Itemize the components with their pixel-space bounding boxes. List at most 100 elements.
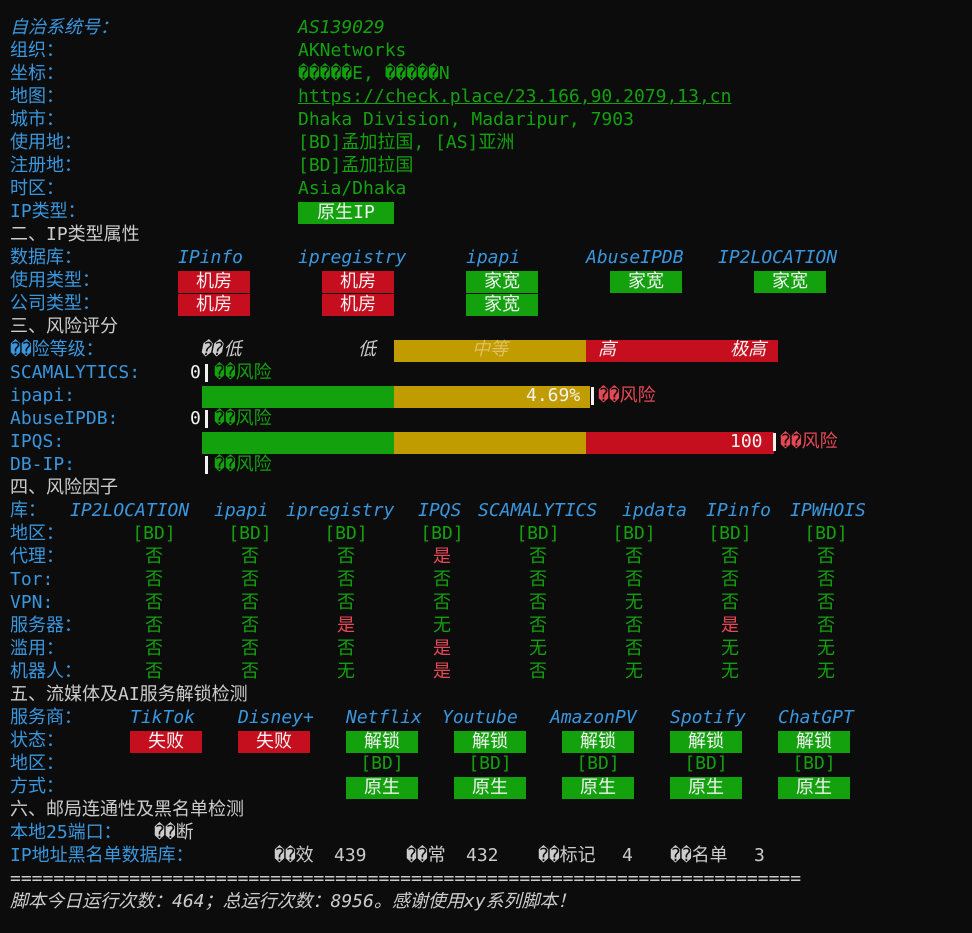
risk-factor-cell: 否 [145, 615, 163, 636]
risk-factor-cell: 无 [721, 661, 739, 682]
lib-header-scamalytics: SCAMALYTICS [478, 500, 598, 521]
risk-factor-cell: 否 [817, 615, 835, 636]
db-header-ipinfo: IPinfo [178, 247, 244, 268]
provider-header: AmazonPV [550, 707, 637, 728]
risk-factor-cell: 是 [433, 638, 451, 659]
ipqs-bar-gold [394, 432, 586, 454]
ipqs-risk-note: ��风险 [780, 431, 838, 452]
risk-factor-row-label: 服务器： [10, 615, 82, 636]
risk-factor-cell: 无 [817, 661, 835, 682]
usage-type-ipinfo: 机房 [178, 271, 250, 293]
timezone-value: Asia/Dhaka [298, 178, 407, 199]
risk-factor-cell: 否 [145, 661, 163, 682]
unlock-region-value: [BD] [360, 753, 404, 774]
lib-header-ipapi: ipapi [214, 500, 269, 521]
risk-factor-cell: 否 [721, 569, 739, 590]
lib-header-ipwhois: IPWHOIS [790, 500, 866, 521]
footer-run-count: 脚本今日运行次数：464；总运行次数：8956。感谢使用xy系列脚本！ [10, 891, 576, 912]
registration-location-label: 注册地： [10, 155, 82, 176]
risk-factor-row-label: Tor: [10, 569, 54, 590]
ipqs-bar-green [202, 432, 394, 454]
provider-header: TikTok [130, 707, 196, 728]
usage-type-ipregistry: 机房 [322, 271, 394, 293]
unlock-method-badge: 原生 [346, 777, 418, 799]
risk-factor-cell: 否 [625, 546, 643, 567]
db-header-abuseipdb: AbuseIPDB [586, 247, 684, 268]
provider-label: 服务商： [10, 707, 82, 728]
map-link[interactable]: https://check.place/23.166,90.2079,13,cn [298, 86, 731, 108]
risk-factor-cell: [BD] [324, 523, 368, 544]
provider-header: Spotify [670, 707, 746, 728]
risk-factor-cell: 否 [433, 592, 451, 613]
usage-location-value: [BD]孟加拉国, [AS]亚洲 [298, 132, 515, 153]
risk-factor-cell: 否 [241, 546, 259, 567]
ip-type-label: IP类型： [10, 201, 86, 222]
risk-factor-cell: 否 [145, 638, 163, 659]
ipapi-bar-cursor [591, 387, 594, 405]
map-label: 地图： [10, 86, 64, 107]
db-header-ipregistry: ipregistry [298, 247, 407, 268]
risk-factor-cell: 否 [721, 546, 739, 567]
ipapi-risk-score: 4.69% [526, 385, 581, 406]
scamalytics-note: ��风险 [214, 362, 272, 383]
risk-factor-cell: 否 [241, 592, 259, 613]
city-value: Dhaka Division, Madaripur, 7903 [298, 109, 634, 130]
risk-factor-cell: 否 [529, 661, 547, 682]
risk-factor-cell: 无 [625, 661, 643, 682]
port25-value: ��断 [154, 822, 194, 843]
section6-title: 六、邮局连通性及黑名单检测 [10, 799, 244, 820]
blacklist-db-label: IP地址黑名单数据库： [10, 845, 194, 866]
blacklist-marked-count: 4 [622, 845, 633, 866]
unlock-status-badge: 解锁 [346, 731, 418, 753]
unlock-status-badge: 解锁 [562, 731, 634, 753]
section3-title: 三、风险评分 [10, 316, 118, 337]
risk-factor-cell: 否 [817, 546, 835, 567]
ipapi-bar-green [202, 386, 394, 408]
usage-type-ip2location: 家宽 [754, 271, 826, 293]
risk-factor-cell: 否 [337, 546, 355, 567]
risk-factor-cell: [BD] [132, 523, 176, 544]
org-label: 组织： [10, 40, 64, 61]
unlock-method-badge: 原生 [778, 777, 850, 799]
blacklist-valid-label: ��效 [274, 845, 314, 866]
risk-factor-cell: 否 [625, 615, 643, 636]
timezone-label: 时区： [10, 178, 64, 199]
unlock-status-badge: 解锁 [778, 731, 850, 753]
risk-factor-row-label: 滥用： [10, 638, 64, 659]
company-type-ipinfo: 机房 [178, 294, 250, 316]
usage-location-label: 使用地： [10, 132, 82, 153]
asn-value: AS139029 [298, 17, 385, 38]
risk-factor-cell: 否 [529, 592, 547, 613]
usage-type-ipapi: 家宽 [466, 271, 538, 293]
unlock-region-value: [BD] [792, 753, 836, 774]
risk-factor-cell: 否 [241, 638, 259, 659]
usage-type-abuseipdb: 家宽 [610, 271, 682, 293]
unlock-method-badge: 原生 [562, 777, 634, 799]
unlock-region-value: [BD] [576, 753, 620, 774]
risk-factor-cell: 否 [433, 569, 451, 590]
unlock-method-label: 方式： [10, 776, 64, 797]
company-type-ipregistry: 机房 [322, 294, 394, 316]
risk-factor-cell: [BD] [228, 523, 272, 544]
ipqs-risk-label: IPQS: [10, 431, 65, 452]
risk-factor-cell: 否 [337, 638, 355, 659]
provider-header: Disney+ [238, 707, 314, 728]
risk-factor-row-label: 机器人： [10, 661, 82, 682]
risk-factor-cell: 是 [337, 615, 355, 636]
risk-factor-cell: 否 [721, 592, 739, 613]
scamalytics-score: 0 [190, 362, 201, 383]
risk-factor-cell: 否 [817, 592, 835, 613]
scamalytics-label: SCAMALYTICS: [10, 362, 141, 383]
lib-header-ip2location: IP2LOCATION [70, 500, 190, 521]
risk-factor-cell: 否 [241, 569, 259, 590]
risk-factor-cell: 否 [337, 592, 355, 613]
db-header-ipapi: ipapi [466, 247, 521, 268]
company-type-ipapi: 家宽 [466, 294, 538, 316]
database-label: 数据库： [10, 247, 82, 268]
org-value: AKNetworks [298, 40, 407, 61]
lib-header-ipinfo: IPinfo [706, 500, 772, 521]
port25-label: 本地25端口： [10, 822, 122, 843]
risk-factor-cell: 无 [721, 638, 739, 659]
coords-value: �����E, �����N [298, 63, 450, 84]
blacklist-black-label: ��名单 [670, 845, 728, 866]
